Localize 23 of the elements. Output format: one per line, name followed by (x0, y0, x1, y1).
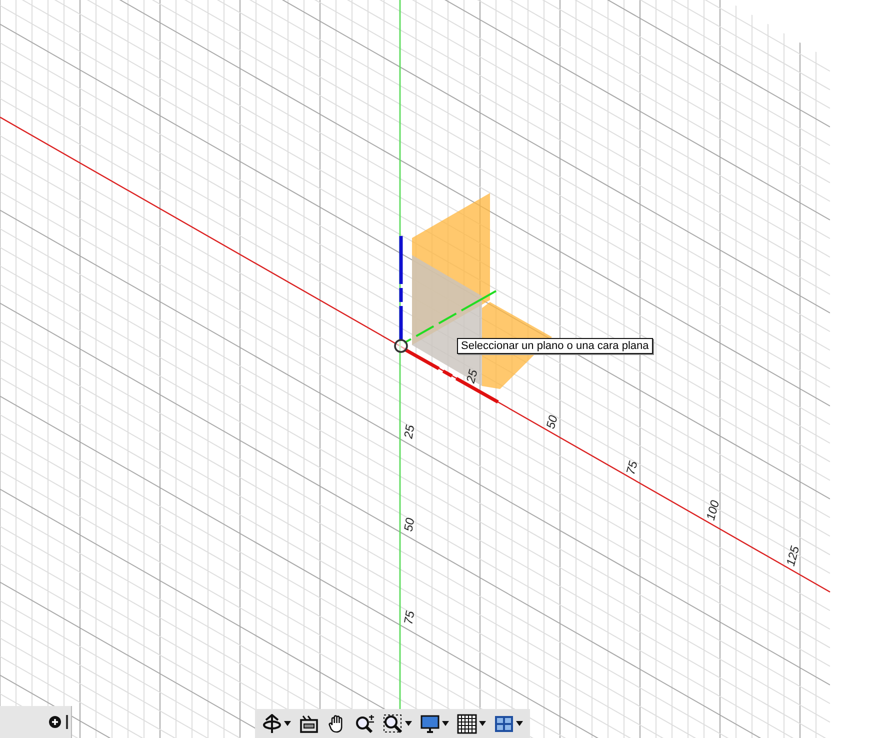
axis-label: 50 (543, 414, 560, 430)
axis-label: 125 (783, 544, 802, 568)
axis-label: 100 (703, 498, 722, 522)
grid-icon (457, 714, 477, 734)
add-icon[interactable] (49, 716, 61, 728)
caret-icon (516, 721, 523, 726)
caret-icon (442, 721, 449, 726)
tooltip: Seleccionar un plano o una cara plana (457, 338, 653, 354)
axis-label: 75 (401, 610, 418, 626)
viewports-icon (494, 714, 514, 734)
splitter-handle[interactable] (66, 715, 68, 729)
axis-label: 25 (463, 368, 480, 385)
zoom-icon (355, 714, 375, 734)
axis-label: 75 (623, 460, 640, 476)
screen-icon (299, 714, 319, 734)
monitor-icon (420, 714, 440, 734)
caret-icon (405, 721, 412, 726)
orbit-icon (262, 714, 282, 734)
zoom-window-icon (383, 714, 403, 734)
caret-icon (284, 721, 291, 726)
caret-icon (479, 721, 486, 726)
axis-label: 50 (401, 516, 418, 533)
axis-label: 25 (401, 424, 418, 440)
